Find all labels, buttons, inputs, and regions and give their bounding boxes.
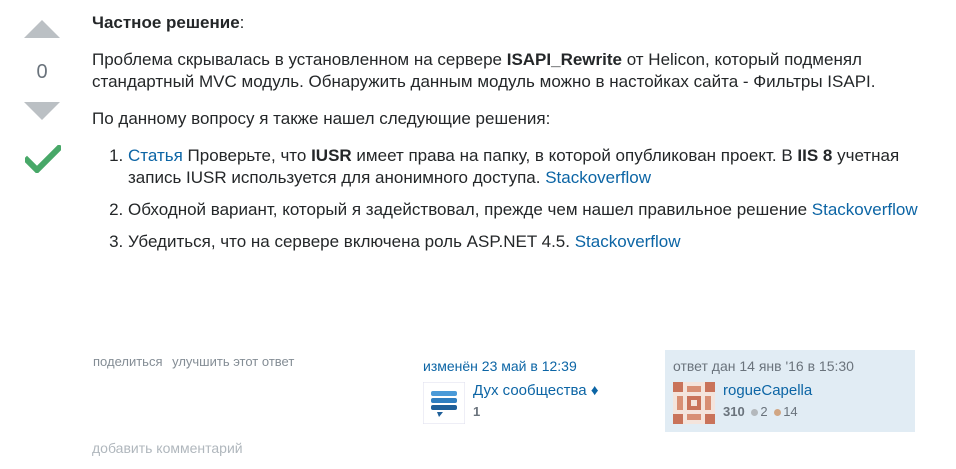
edited-timestamp[interactable]: изменён 23 май в 12:39 <box>423 358 647 374</box>
item-text: Обходной вариант, который я задействовал… <box>128 200 812 219</box>
editor-rep-value: 1 <box>473 404 481 419</box>
editor-user: Дух сообщества ♦ 1 <box>423 382 647 424</box>
bronze-badge-count: 14 <box>783 404 798 419</box>
post-body: Частное решение: Проблема скрывалась в у… <box>92 12 922 263</box>
post-menu: поделиться улучшить этот ответ <box>93 354 300 369</box>
item-text: Убедиться, что на сервере включена роль … <box>128 232 575 251</box>
answered-timestamp: ответ дан 14 янв '16 в 15:30 <box>673 358 854 374</box>
owner-signature: ответ дан 14 янв '16 в 15:30 rogueCapell… <box>665 350 915 432</box>
stackoverflow-link[interactable]: Stackoverflow <box>575 232 681 251</box>
downvote-arrow-icon[interactable] <box>24 102 60 120</box>
vote-count: 0 <box>36 61 48 83</box>
editor-name[interactable]: Дух сообщества ♦ <box>473 382 598 399</box>
article-link[interactable]: Статья <box>128 146 183 165</box>
heading-paragraph: Частное решение: <box>92 12 922 34</box>
paragraph-solutions: По данному вопросу я также нашел следующ… <box>92 109 551 128</box>
accepted-check-icon <box>25 145 61 173</box>
stackoverflow-link[interactable]: Stackoverflow <box>545 168 651 187</box>
solutions-list: Статья Проверьте, что IUSR имеет права н… <box>92 145 922 253</box>
edit-signature: изменён 23 май в 12:39 Дух сообщества ♦ … <box>415 350 655 430</box>
silver-badge-icon <box>751 408 759 416</box>
editor-avatar[interactable] <box>423 382 465 424</box>
stackoverflow-link[interactable]: Stackoverflow <box>812 200 918 219</box>
upvote-arrow-icon[interactable] <box>24 20 60 38</box>
editor-reputation: 1 <box>473 404 480 419</box>
paragraph-problem: Проблема скрывалась в установленном на с… <box>92 49 922 93</box>
item-bold: IIS 8 <box>797 146 833 165</box>
moderator-diamond-icon: ♦ <box>590 382 599 399</box>
share-link[interactable]: поделиться <box>93 354 162 369</box>
owner-avatar[interactable] <box>673 382 715 424</box>
list-item: Статья Проверьте, что IUSR имеет права н… <box>128 145 922 189</box>
silver-badge-count: 2 <box>760 404 768 419</box>
item-bold: IUSR <box>311 146 352 165</box>
add-comment-link[interactable]: добавить комментарий <box>92 440 243 456</box>
improve-answer-link[interactable]: улучшить этот ответ <box>172 354 294 369</box>
p1-bold: ISAPI_Rewrite <box>506 50 622 69</box>
owner-user: rogueCapella 310 2 14 <box>673 382 907 424</box>
item-text: имеет права на папку, в которой опублико… <box>351 146 798 165</box>
vote-cell: 0 <box>22 20 62 120</box>
list-item: Убедиться, что на сервере включена роль … <box>128 231 922 253</box>
edited-link[interactable]: изменён 23 май в 12:39 <box>423 358 577 374</box>
editor-name-text: Дух сообщества <box>473 382 587 399</box>
bronze-badge-icon <box>774 408 782 416</box>
post-heading: Частное решение <box>92 13 240 32</box>
heading-colon: : <box>239 13 245 32</box>
owner-rep-value: 310 <box>723 404 745 419</box>
list-item: Обходной вариант, который я задействовал… <box>128 199 922 221</box>
p1-text: Проблема скрывалась в установленном на с… <box>92 50 507 69</box>
item-text: Проверьте, что <box>182 146 312 165</box>
owner-reputation: 310 2 14 <box>723 404 798 419</box>
owner-name[interactable]: rogueCapella <box>723 382 812 399</box>
